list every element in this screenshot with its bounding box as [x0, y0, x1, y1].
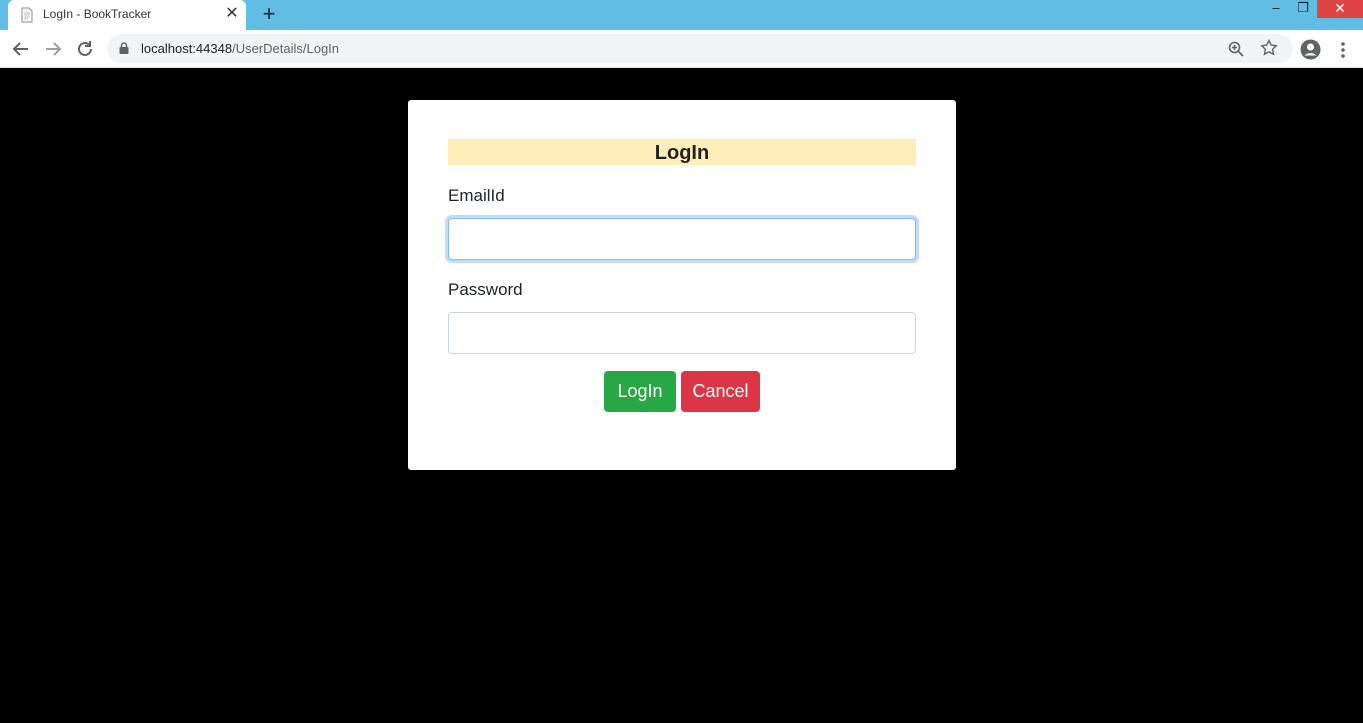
back-arrow-icon[interactable] — [10, 38, 32, 60]
address-bar[interactable]: localhost:44348/UserDetails/LogIn — [107, 34, 1293, 63]
reload-icon[interactable] — [74, 38, 96, 60]
url-text: localhost:44348/UserDetails/LogIn — [141, 41, 339, 56]
more-menu-icon[interactable] — [1335, 40, 1351, 60]
login-card: LogIn EmailId Password LogIn Cancel — [408, 100, 956, 470]
browser-titlebar: LogIn - BookTracker ✕ + – ❐ ✕ — [0, 0, 1363, 30]
page-body: LogIn EmailId Password LogIn Cancel — [0, 68, 1363, 723]
forward-arrow-icon[interactable] — [42, 38, 64, 60]
account-icon[interactable] — [1300, 39, 1321, 60]
new-tab-button[interactable]: + — [258, 3, 280, 25]
zoom-icon[interactable] — [1227, 40, 1245, 58]
url-host: localhost:44348 — [141, 41, 233, 56]
lock-icon — [119, 42, 129, 54]
email-label: EmailId — [448, 186, 505, 205]
password-field[interactable] — [448, 312, 916, 354]
document-icon — [21, 7, 33, 23]
close-window-button[interactable]: ✕ — [1317, 0, 1363, 18]
tab-close-icon[interactable]: ✕ — [224, 5, 240, 23]
browser-tab[interactable]: LogIn - BookTracker ✕ — [8, 0, 246, 30]
url-path: /UserDetails/LogIn — [232, 41, 340, 56]
bookmark-star-icon[interactable] — [1260, 39, 1278, 57]
minimize-button[interactable]: – — [1262, 0, 1290, 18]
cancel-button[interactable]: Cancel — [681, 371, 760, 412]
tab-title: LogIn - BookTracker — [43, 7, 152, 21]
page-title: LogIn — [448, 139, 916, 165]
email-field[interactable] — [448, 218, 916, 260]
browser-toolbar: localhost:44348/UserDetails/LogIn — [0, 30, 1363, 68]
login-button[interactable]: LogIn — [604, 371, 676, 412]
password-label: Password — [448, 280, 523, 299]
maximize-button[interactable]: ❐ — [1289, 0, 1317, 18]
